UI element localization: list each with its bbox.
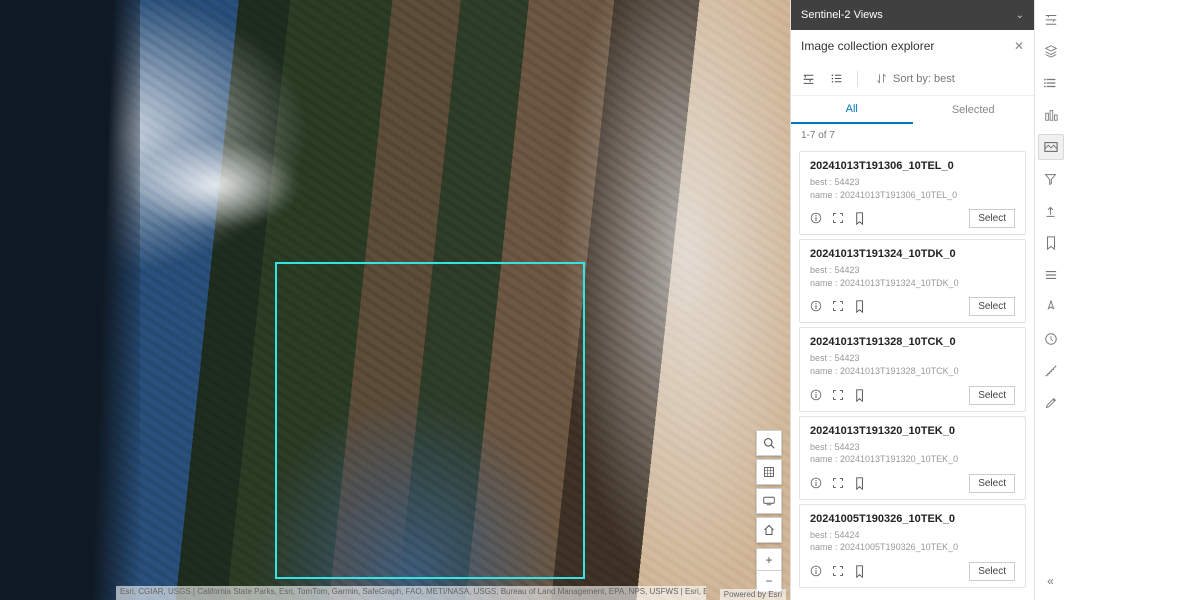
info-icon[interactable] [810,389,822,402]
search-icon [763,437,775,449]
search-button[interactable] [756,430,782,456]
flash-icon[interactable] [854,389,866,402]
home-button[interactable] [756,517,782,543]
flash-icon[interactable] [854,212,866,225]
view-toggle-button[interactable] [756,488,782,514]
info-icon[interactable] [810,212,822,225]
zoom-to-icon[interactable] [832,300,844,313]
layer-title: Sentinel-2 Views [801,9,883,21]
filter-settings-icon[interactable] [801,72,815,86]
app-toolbar: « [1034,0,1066,600]
tab-all[interactable]: All [791,96,913,124]
card-title: 20241005T190326_10TEK_0 [810,513,1015,525]
card-title: 20241013T191328_10TCK_0 [810,336,1015,348]
result-card[interactable]: 20241013T191320_10TEK_0best : 54423name … [799,416,1026,500]
card-title: 20241013T191306_10TEL_0 [810,160,1015,172]
result-card[interactable]: 20241013T191324_10TDK_0best : 54423name … [799,239,1026,323]
imagery-dark-edge [0,0,140,600]
funnel-filter-icon[interactable] [1038,166,1064,192]
collapse-icon[interactable]: « [1038,568,1064,594]
zoom-to-icon[interactable] [832,477,844,490]
card-meta: best : 54424name : 20241005T190326_10TEK… [810,529,1015,554]
stack-icon[interactable] [1038,262,1064,288]
flash-icon[interactable] [854,477,866,490]
select-button[interactable]: Select [969,562,1015,581]
select-button[interactable]: Select [969,209,1015,228]
select-button[interactable]: Select [969,474,1015,493]
result-card[interactable]: 20241013T191306_10TEL_0best : 54423name … [799,151,1026,235]
monitor-icon [763,496,775,506]
list-icon[interactable] [1038,70,1064,96]
export-icon[interactable] [1038,198,1064,224]
layer-strip[interactable]: Sentinel-2 Views ⌄ [791,0,1034,30]
result-card[interactable]: 20241005T190326_10TEK_0best : 54424name … [799,504,1026,588]
tab-selected[interactable]: Selected [913,96,1035,124]
info-icon[interactable] [810,300,822,313]
zoom-in-button[interactable]: + [756,548,782,570]
zoom-to-icon[interactable] [832,389,844,402]
map-canvas[interactable]: + − Esri, CGIAR, USGS | California State… [0,0,790,600]
card-meta: best : 54423name : 20241013T191324_10TDK… [810,264,1015,289]
sort-label: Sort by: best [893,73,955,85]
layers-icon[interactable] [1038,38,1064,64]
select-button[interactable]: Select [969,297,1015,316]
card-meta: best : 54423name : 20241013T191328_10TCK… [810,352,1015,377]
sort-icon [876,73,887,84]
clock-icon[interactable] [1038,326,1064,352]
bookmark-icon[interactable] [1038,230,1064,256]
info-icon[interactable] [810,565,822,578]
cloud-overlay [130,140,300,230]
panel-title: Image collection explorer [801,39,934,53]
result-count: 1-7 of 7 [791,124,1034,147]
flash-icon[interactable] [854,565,866,578]
image-explorer-icon[interactable] [1038,134,1064,160]
zoom-to-icon[interactable] [832,565,844,578]
info-icon[interactable] [810,477,822,490]
image-explorer-panel: Sentinel-2 Views ⌄ Image collection expl… [790,0,1034,600]
zoom-to-icon[interactable] [832,212,844,225]
card-title: 20241013T191320_10TEK_0 [810,425,1015,437]
settings-icon[interactable] [1038,6,1064,32]
flash-icon[interactable] [854,300,866,313]
card-meta: best : 54423name : 20241013T191306_10TEL… [810,176,1015,201]
powered-by-label: Powered by Esri [720,589,786,600]
results-list[interactable]: 20241013T191306_10TEL_0best : 54423name … [791,147,1034,600]
basemap-icon [763,466,775,478]
close-icon[interactable]: ✕ [1014,39,1024,53]
list-view-icon[interactable] [829,72,843,86]
navigate-icon[interactable] [1038,294,1064,320]
analysis-icon[interactable] [1038,102,1064,128]
sort-dropdown[interactable]: Sort by: best [876,73,955,85]
map-attribution: Esri, CGIAR, USGS | California State Par… [116,586,706,600]
measure-icon[interactable] [1038,358,1064,384]
edit-icon[interactable] [1038,390,1064,416]
card-title: 20241013T191324_10TDK_0 [810,248,1015,260]
home-icon [763,524,775,536]
result-card[interactable]: 20241013T191328_10TCK_0best : 54423name … [799,327,1026,411]
card-meta: best : 54423name : 20241013T191320_10TEK… [810,441,1015,466]
chevron-down-icon[interactable]: ⌄ [1016,10,1024,21]
select-button[interactable]: Select [969,386,1015,405]
basemap-button[interactable] [756,459,782,485]
